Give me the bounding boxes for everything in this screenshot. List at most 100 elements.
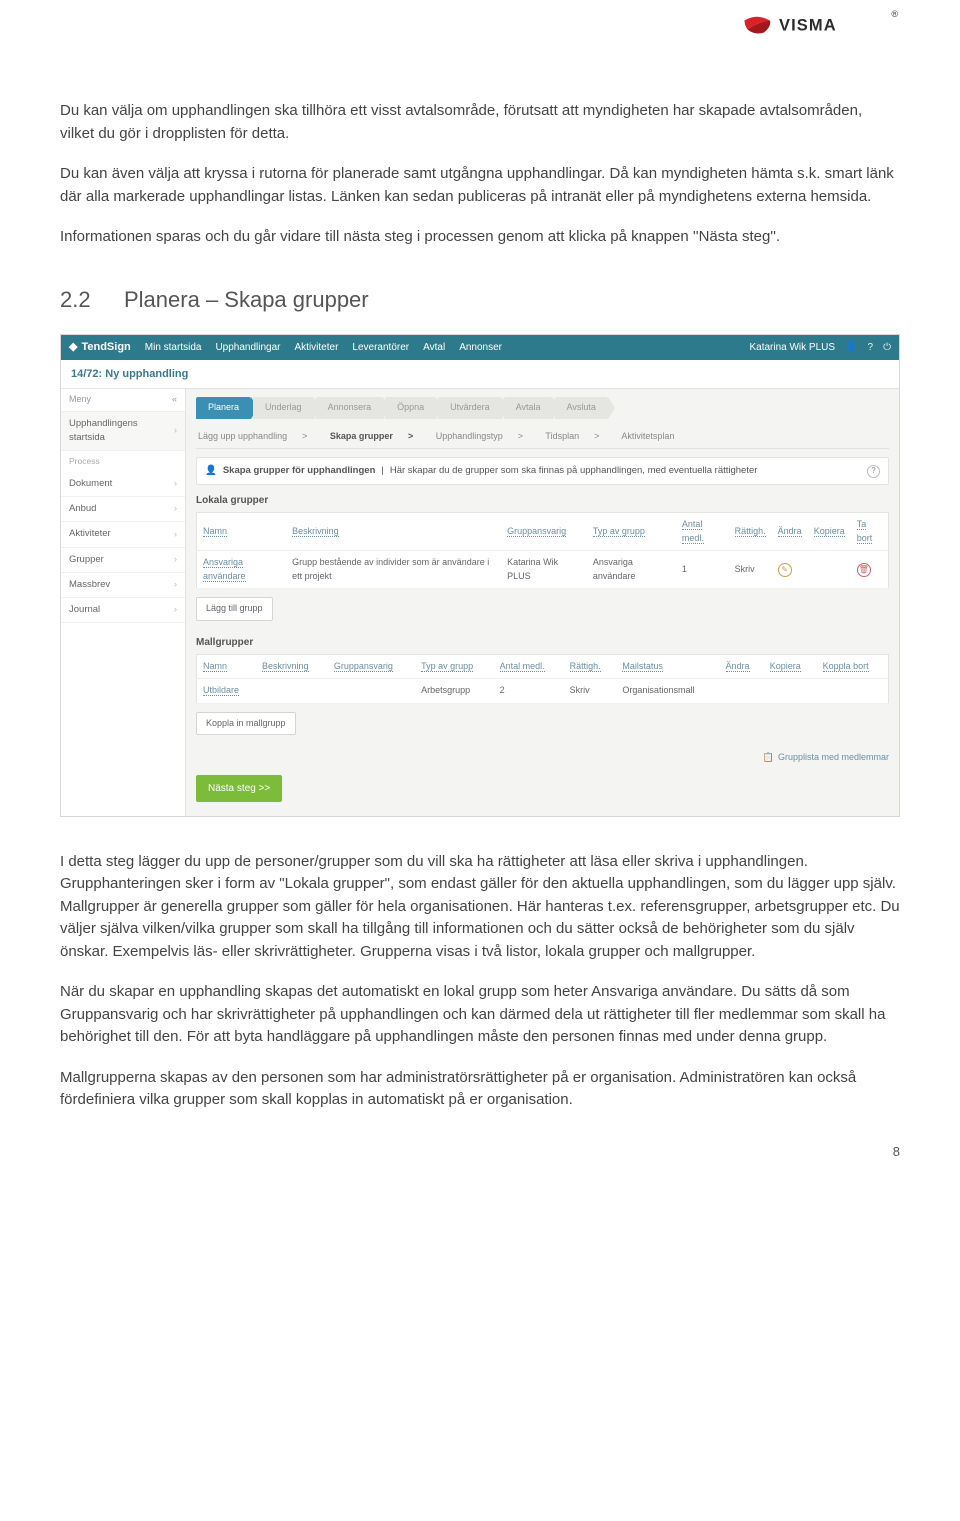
sidebar-item-dokument[interactable]: Dokument› (61, 472, 185, 497)
col-gruppansvarig[interactable]: Gruppansvarig (501, 513, 587, 551)
sidebar-item-massbrev[interactable]: Massbrev› (61, 573, 185, 598)
col-antal[interactable]: Antal medl. (494, 654, 564, 679)
tab-utvardera[interactable]: Utvärdera (438, 397, 502, 419)
app-header: ◆ TendSign Min startsida Upphandlingar A… (61, 335, 899, 360)
app-brand: ◆ TendSign (69, 339, 131, 356)
sidebar-item-grupper[interactable]: Grupper › (61, 548, 185, 573)
sub-nav-item[interactable]: Aktivitetsplan (621, 431, 674, 441)
section-title: Planera – Skapa grupper (124, 283, 369, 316)
chevron-right-icon: › (174, 553, 177, 567)
col-typ[interactable]: Typ av grupp (587, 513, 676, 551)
chevron-right-icon: › (174, 424, 177, 438)
cell-namn[interactable]: Ansvariga användare (197, 551, 287, 589)
cell-delete[interactable]: 🗑 (851, 551, 889, 589)
user-name[interactable]: Katarina Wik PLUS (749, 340, 835, 355)
next-step-button[interactable]: Nästa steg >> (196, 775, 282, 802)
collapse-icon[interactable]: « (172, 393, 177, 407)
sidebar-item-label: Dokument (69, 477, 112, 491)
page-number: 8 (893, 1142, 900, 1162)
section-heading: 2.2 Planera – Skapa grupper (60, 283, 900, 316)
table-row: Utbildare Arbetsgrupp 2 Skriv Organisati… (197, 679, 889, 704)
group-list-link[interactable]: 📋 Grupplista med medlemmar (196, 751, 889, 765)
cell-edit[interactable]: ✎ (772, 551, 808, 589)
body-paragraph: I detta steg lägger du upp de personer/g… (60, 851, 900, 964)
sub-nav-item[interactable]: Tidsplan > (545, 431, 609, 441)
help-icon[interactable]: ? (868, 340, 874, 355)
col-namn[interactable]: Namn (197, 513, 287, 551)
add-mall-group-button[interactable]: Koppla in mallgrupp (196, 712, 296, 736)
sidebar-item-label: Aktiviteter (69, 527, 111, 541)
cell-ratt: Skriv (564, 679, 617, 704)
cell-antal: 1 (676, 551, 729, 589)
body-paragraph: Du kan även välja att kryssa i rutorna f… (60, 163, 900, 208)
info-text: Här skapar du de grupper som ska finnas … (390, 464, 758, 478)
body-paragraph: Informationen sparas och du går vidare t… (60, 226, 900, 249)
nav-item[interactable]: Leverantörer (352, 340, 409, 355)
add-local-group-button[interactable]: Lägg till grupp (196, 597, 273, 621)
sub-nav-item[interactable]: Upphandlingstyp > (436, 431, 533, 441)
top-nav: Min startsida Upphandlingar Aktiviteter … (145, 340, 502, 355)
col-beskrivning[interactable]: Beskrivning (286, 513, 501, 551)
sidebar-item-journal[interactable]: Journal › (61, 598, 185, 623)
cell-ansv (328, 679, 415, 704)
tab-oppna[interactable]: Öppna (385, 397, 436, 419)
col-gruppansvarig[interactable]: Gruppansvarig (328, 654, 415, 679)
cell-antal: 2 (494, 679, 564, 704)
visma-logo-text: VISMA (779, 14, 889, 36)
table-row: Ansvariga användare Grupp bestående av i… (197, 551, 889, 589)
cell-typ: Ansvariga användare (587, 551, 676, 589)
cell-ratt: Skriv (729, 551, 772, 589)
nav-item[interactable]: Aktiviteter (295, 340, 339, 355)
col-mailstatus[interactable]: Mailstatus (616, 654, 719, 679)
chevron-right-icon: › (174, 603, 177, 617)
col-typ[interactable]: Typ av grupp (415, 654, 494, 679)
flag-icon: ◆ (69, 339, 77, 356)
cell-namn[interactable]: Utbildare (197, 679, 257, 704)
list-icon: 📋 (763, 751, 774, 765)
tab-avtala[interactable]: Avtala (504, 397, 553, 419)
sidebar-item-anbud[interactable]: Anbud› (61, 497, 185, 522)
col-rattigh[interactable]: Rättigh. (564, 654, 617, 679)
cell-beskr: Grupp bestående av individer som är anvä… (286, 551, 501, 589)
sub-nav-item[interactable]: Skapa grupper > (330, 431, 423, 441)
embedded-screenshot: ◆ TendSign Min startsida Upphandlingar A… (60, 334, 900, 817)
sidebar-item-start[interactable]: Upphandlingens startsida › (61, 412, 185, 452)
chevron-right-icon: › (174, 528, 177, 542)
col-beskrivning[interactable]: Beskrivning (256, 654, 328, 679)
sub-nav-item[interactable]: Lägg upp upphandling > (198, 431, 317, 441)
power-icon[interactable]: ⏻ (883, 340, 891, 355)
user-icon[interactable]: 👤 (845, 340, 857, 355)
col-tabort: Ta bort (851, 513, 889, 551)
tab-underlag[interactable]: Underlag (253, 397, 314, 419)
cell-ansv: Katarina Wik PLUS (501, 551, 587, 589)
body-paragraph: Du kan välja om upphandlingen ska tillhö… (60, 100, 900, 145)
visma-logo: VISMA ® (743, 14, 902, 36)
tab-avsluta[interactable]: Avsluta (555, 397, 608, 419)
chevron-right-icon: › (174, 578, 177, 592)
help-button[interactable]: ? (867, 465, 880, 478)
delete-icon[interactable]: 🗑 (857, 563, 871, 577)
sub-nav: Lägg upp upphandling > Skapa grupper > U… (196, 425, 889, 450)
sidebar-item-label: Journal (69, 603, 100, 617)
col-rattigh[interactable]: Rättigh. (729, 513, 772, 551)
sidebar-item-aktiviteter[interactable]: Aktiviteter › (61, 522, 185, 547)
person-icon: 👤 (205, 464, 217, 478)
col-namn[interactable]: Namn (197, 654, 257, 679)
visma-logo-mark (743, 14, 773, 36)
sidebar-item-label: Grupper (69, 553, 104, 567)
nav-item[interactable]: Upphandlingar (215, 340, 280, 355)
info-bar: 👤 Skapa grupper för upphandlingen | Här … (196, 457, 889, 485)
sidebar-section-label: Process (61, 451, 185, 472)
sidebar-menu-label: Meny (69, 393, 91, 407)
cell-beskr (256, 679, 328, 704)
nav-item[interactable]: Annonser (459, 340, 502, 355)
edit-icon[interactable]: ✎ (778, 563, 792, 577)
col-antal[interactable]: Antal medl. (676, 513, 729, 551)
section-number: 2.2 (60, 283, 100, 316)
nav-item[interactable]: Min startsida (145, 340, 202, 355)
col-kopiera: Kopiera (808, 513, 851, 551)
tab-annonsera[interactable]: Annonsera (316, 397, 384, 419)
tab-planera[interactable]: Planera (196, 397, 251, 419)
col-kopplabort: Koppla bort (817, 654, 889, 679)
nav-item[interactable]: Avtal (423, 340, 445, 355)
